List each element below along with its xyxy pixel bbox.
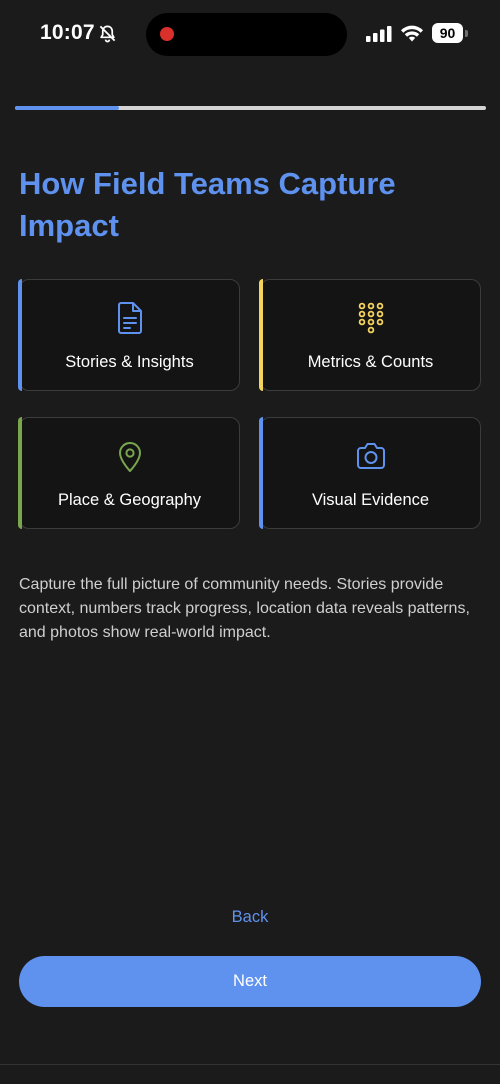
bell-slash-icon: [99, 25, 116, 43]
battery-icon: 90: [432, 23, 463, 43]
description-text: Capture the full picture of community ne…: [19, 576, 470, 641]
status-time: 10:07: [40, 21, 95, 44]
page-title: How Field Teams Capture Impact: [19, 166, 396, 243]
signal-icon: [366, 26, 392, 42]
card-visual-evidence[interactable]: Visual Evidence: [259, 417, 481, 529]
card-label: Metrics & Counts: [307, 353, 434, 371]
document-icon: [117, 302, 142, 334]
back-button[interactable]: Back: [200, 908, 300, 927]
card-metrics-counts[interactable]: Metrics & Counts: [259, 279, 481, 391]
dynamic-island: [146, 13, 347, 56]
card-label: Stories & Insights: [65, 353, 194, 371]
bottom-divider: [0, 1064, 500, 1065]
map-pin-icon: [118, 442, 141, 472]
camera-icon: [356, 443, 385, 469]
next-button[interactable]: Next: [19, 956, 481, 1007]
progress-bar: [15, 106, 486, 110]
card-stories-insights[interactable]: Stories & Insights: [18, 279, 240, 391]
progress-fill: [15, 106, 119, 110]
card-label: Visual Evidence: [311, 491, 430, 509]
battery-tip: [465, 30, 468, 37]
card-place-geography[interactable]: Place & Geography: [18, 417, 240, 529]
keypad-icon: [358, 302, 383, 334]
recording-indicator: [160, 27, 174, 41]
card-label: Place & Geography: [57, 491, 202, 509]
status-bar: 10:07 90: [0, 0, 500, 70]
wifi-icon: [401, 25, 423, 42]
